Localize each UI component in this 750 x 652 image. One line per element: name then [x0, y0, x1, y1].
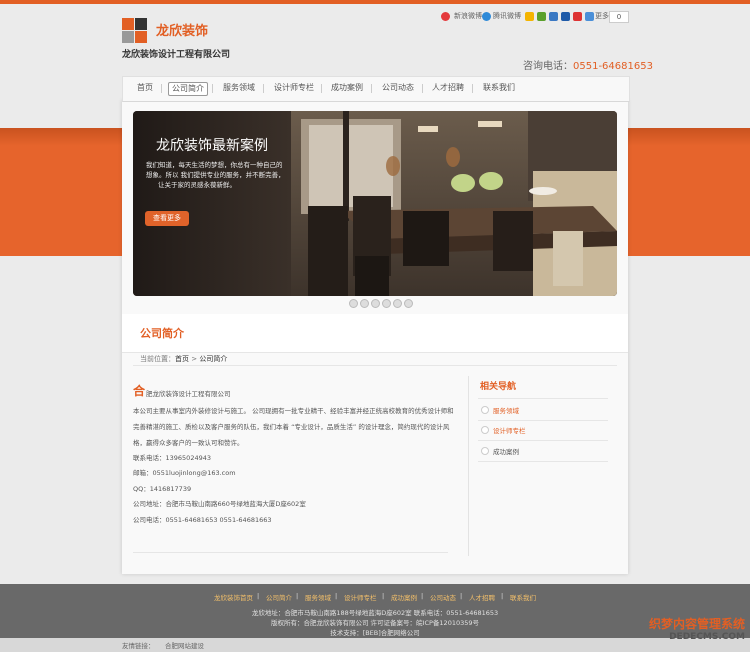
slide-dot[interactable]	[371, 299, 380, 308]
intro-paragraph-line: 完善精湛的施工、质检以及客户服务的队伍，我们本着 “专业设计，品质生活” 的设计…	[133, 423, 450, 431]
footer-link-designers[interactable]: 设计师专栏	[344, 592, 377, 602]
bullet-icon	[481, 426, 489, 434]
footer-separator: |	[335, 592, 338, 600]
nav-service-areas[interactable]: 服务领域	[220, 82, 258, 94]
nav-divider	[422, 84, 423, 93]
footer-link-intro[interactable]: 公司简介	[266, 592, 292, 602]
breadcrumb-prefix: 当前位置：	[140, 355, 175, 363]
renren-icon[interactable]	[549, 12, 558, 21]
contact-email: 邮箱：0551luojinlong@163.com	[133, 469, 236, 477]
nav-divider	[161, 84, 162, 93]
banner-text-line: 我们知道，每天生活的梦想，你总有一种自己的	[146, 161, 283, 169]
bullet-icon	[481, 447, 489, 455]
footer-separator: |	[296, 592, 299, 600]
footer-separator: |	[421, 592, 424, 600]
weibo-share-link[interactable]: 新浪微博	[454, 11, 482, 21]
tencent-weibo-icon[interactable]	[482, 12, 491, 21]
banner-title: 龙欣装饰最新案例	[156, 138, 268, 154]
footer-link-contact[interactable]: 联系我们	[510, 592, 536, 602]
logo-subtitle: 龙欣装饰设计工程有限公司	[122, 50, 231, 60]
divider	[133, 365, 617, 366]
slide-dot[interactable]	[404, 299, 413, 308]
logo-text[interactable]: 龙欣装饰	[156, 20, 208, 39]
breadcrumb-current: 公司简介	[199, 355, 228, 363]
divider	[478, 398, 608, 399]
nav-recruitment[interactable]: 人才招聘	[429, 82, 467, 94]
nav-divider	[321, 84, 322, 93]
divider	[133, 552, 448, 553]
tencent-weibo-share-link[interactable]: 腾讯微博	[493, 11, 521, 21]
douban-icon[interactable]	[537, 12, 546, 21]
more-share-link[interactable]: 更多	[595, 11, 609, 21]
nav-home[interactable]: 首页	[134, 82, 156, 94]
netease-icon[interactable]	[573, 12, 582, 21]
bullet-icon	[481, 406, 489, 414]
intro-company-name: 肥龙欣装饰设计工程有限公司	[146, 390, 231, 398]
watermark-title: 织梦内容管理系统	[648, 617, 745, 631]
nav-divider	[212, 84, 213, 93]
nav-designer-column[interactable]: 设计师专栏	[271, 82, 317, 94]
divider	[478, 461, 608, 462]
page-title: 公司简介	[140, 327, 184, 340]
nav-success-cases[interactable]: 成功案例	[328, 82, 366, 94]
intro-initial: 合	[133, 384, 146, 398]
sidebar-item-designer-column[interactable]: 设计师专栏	[478, 422, 608, 440]
footer-separator: |	[460, 592, 463, 600]
banner-text-line: 想象。所以 我们提供专业的服务，并不断完善，	[146, 171, 285, 179]
sidebar-item-label: 服务领域	[493, 407, 519, 415]
consult-phone: 咨询电话：0551-64681653	[523, 57, 653, 72]
divider	[478, 420, 608, 421]
contact-qq: QQ：1416817739	[133, 485, 192, 493]
watermark-domain: DEDECMS.COM	[669, 632, 745, 642]
slide-dot[interactable]	[382, 299, 391, 308]
breadcrumb: 当前位置：首页 > 公司简介	[140, 354, 227, 364]
nav-divider	[371, 84, 372, 93]
sidebar-title: 相关导航	[480, 382, 517, 392]
banner-text-line: 让关于家的灵感永葆新鲜。	[158, 181, 236, 189]
qzone-icon[interactable]	[525, 12, 534, 21]
footer-link-services[interactable]: 服务领域	[305, 592, 331, 602]
footer-link-news[interactable]: 公司动态	[430, 592, 456, 602]
nav-company-news[interactable]: 公司动态	[379, 82, 417, 94]
sidebar-item-label: 设计师专栏	[493, 427, 526, 435]
nav-contact-us[interactable]: 联系我们	[480, 82, 518, 94]
friend-links-label: 友情链接：	[122, 642, 155, 650]
nav-divider	[263, 84, 264, 93]
contact-address: 公司地址：合肥市马鞍山南路660号绿地蓝海大厦D座602室	[133, 500, 306, 508]
watermark: 织梦内容管理系统 DEDECMS.COM	[600, 615, 745, 642]
contact-company-phone: 公司电话：0551-64681653 0551-64681663	[133, 516, 272, 524]
footer-separator: |	[501, 592, 504, 600]
nav-company-intro[interactable]: 公司简介	[168, 82, 208, 96]
footer-link-cases[interactable]: 成功案例	[391, 592, 417, 602]
more-share-icon[interactable]	[585, 12, 594, 21]
friend-link[interactable]: 合肥网站建设	[165, 640, 204, 650]
breadcrumb-separator: >	[189, 355, 200, 363]
sidebar-item-service-areas[interactable]: 服务领域	[478, 402, 608, 420]
kaixin-icon[interactable]	[561, 12, 570, 21]
view-more-button[interactable]: 查看更多	[145, 211, 189, 226]
share-count: 0	[609, 11, 629, 23]
nav-divider	[472, 84, 473, 93]
footer-separator: |	[382, 592, 385, 600]
consult-phone-label: 咨询电话：	[523, 61, 573, 72]
footer-separator: |	[257, 592, 260, 600]
breadcrumb-home[interactable]: 首页	[175, 355, 189, 363]
intro-paragraph-line: 本公司主要从事室内外装修设计与施工。 公司现拥有一批专业精干、经验丰富并经正统高…	[133, 407, 454, 415]
footer-link-jobs[interactable]: 人才招聘	[469, 592, 495, 602]
section-title-bar	[122, 314, 628, 353]
sidebar-divider	[468, 376, 469, 556]
sidebar-item-label: 成功案例	[493, 448, 519, 456]
sidebar-item-success-cases[interactable]: 成功案例	[478, 443, 608, 461]
top-accent-strip	[0, 0, 750, 4]
intro-paragraph-line: 格，赢得众多客户的一致认可和赞许。	[133, 439, 244, 447]
footer-link-home[interactable]: 龙欣装饰首页	[214, 592, 253, 602]
logo-icon[interactable]	[122, 18, 154, 44]
slide-dot[interactable]	[360, 299, 369, 308]
divider	[478, 440, 608, 441]
consult-phone-number: 0551-64681653	[573, 61, 653, 72]
slide-dot[interactable]	[393, 299, 402, 308]
contact-phone: 联系电话：13965024943	[133, 454, 211, 462]
slide-dot[interactable]	[349, 299, 358, 308]
weibo-icon[interactable]	[441, 12, 450, 21]
